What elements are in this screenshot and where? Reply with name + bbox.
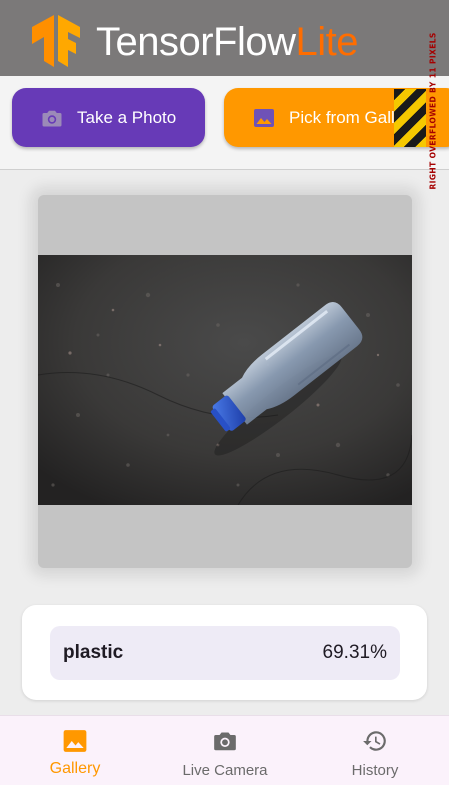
take-photo-label: Take a Photo	[77, 108, 177, 127]
app-bar: TensorFlowLite	[0, 0, 449, 76]
nav-label-history: History	[351, 762, 399, 779]
image-icon	[63, 730, 87, 752]
overflow-warning: RIGHT OVERFLOWED BY 11 PIXELS	[424, 32, 442, 194]
nav-label-live-camera: Live Camera	[182, 762, 268, 779]
image-icon	[254, 109, 274, 127]
overflow-warning-text: RIGHT OVERFLOWED BY 11 PIXELS	[428, 32, 438, 190]
result-confidence: 69.31%	[322, 642, 387, 663]
camera-icon	[214, 732, 236, 751]
tensorflow-logo-icon	[32, 15, 80, 67]
nav-item-history[interactable]: History	[300, 716, 449, 785]
app-title-lite: Lite	[295, 20, 359, 64]
history-icon	[363, 731, 386, 751]
plastic-bottle-photo	[38, 255, 412, 505]
bottom-navigation: Gallery Live Camera History	[0, 715, 449, 785]
app-title-tensorflow: TensorFlow	[96, 20, 296, 64]
result-card: plastic 69.31%	[22, 605, 427, 700]
overflow-warning-stripes	[394, 89, 426, 147]
result-row[interactable]: plastic 69.31%	[50, 626, 400, 680]
nav-label-gallery: Gallery	[49, 760, 101, 777]
nav-item-gallery[interactable]: Gallery	[0, 716, 150, 785]
result-label: plastic	[63, 642, 124, 663]
action-bar: Take a Photo Pick from Gallery	[0, 76, 449, 170]
app-title: TensorFlowLite	[96, 18, 359, 66]
nav-item-live-camera[interactable]: Live Camera	[150, 716, 300, 785]
camera-icon	[42, 110, 62, 127]
take-photo-button[interactable]: Take a Photo	[12, 88, 205, 147]
